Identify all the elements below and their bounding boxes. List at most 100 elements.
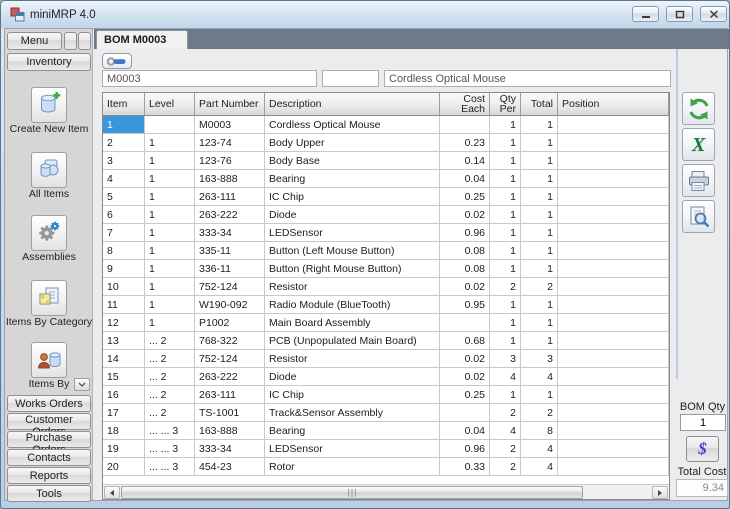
print-button[interactable] [682, 164, 715, 197]
cell[interactable]: Button (Right Mouse Button) [265, 260, 440, 278]
cell[interactable]: 1 [145, 170, 195, 188]
cell[interactable]: 3 [490, 350, 521, 368]
cell[interactable] [558, 206, 669, 224]
cell[interactable]: 0.02 [440, 278, 490, 296]
cell[interactable]: Resistor [265, 278, 440, 296]
cell[interactable]: 14 [103, 350, 145, 368]
cell[interactable]: 1 [490, 188, 521, 206]
calculate-cost-button[interactable]: $ [686, 436, 719, 462]
cell[interactable]: 1 [490, 134, 521, 152]
cell[interactable]: 1 [145, 242, 195, 260]
cell[interactable]: 1 [490, 170, 521, 188]
cell[interactable]: 12 [103, 314, 145, 332]
cell[interactable]: 2 [490, 440, 521, 458]
cell[interactable] [440, 116, 490, 134]
cell[interactable]: 1 [490, 206, 521, 224]
cell[interactable]: 123-76 [195, 152, 265, 170]
cell[interactable]: 1 [521, 116, 558, 134]
cell[interactable] [558, 368, 669, 386]
cell[interactable]: 0.08 [440, 242, 490, 260]
cell[interactable] [558, 170, 669, 188]
cell[interactable] [440, 314, 490, 332]
cell[interactable]: 1 [490, 152, 521, 170]
cell[interactable] [558, 422, 669, 440]
cell[interactable]: 1 [145, 152, 195, 170]
scrollbar-thumb[interactable] [121, 486, 583, 499]
cell[interactable]: Main Board Assembly [265, 314, 440, 332]
cell[interactable]: 3 [521, 350, 558, 368]
cell[interactable]: 8 [521, 422, 558, 440]
cell[interactable]: 2 [103, 134, 145, 152]
column-header-position[interactable]: Position [558, 93, 669, 116]
cell[interactable]: 2 [490, 458, 521, 476]
cell[interactable]: 17 [103, 404, 145, 422]
items-by-category-button[interactable] [31, 280, 67, 316]
cell[interactable]: 0.25 [440, 386, 490, 404]
scroll-right-button[interactable] [652, 486, 668, 499]
inventory-button[interactable]: Inventory [7, 53, 91, 71]
cell[interactable] [558, 386, 669, 404]
all-items-button[interactable] [31, 152, 67, 188]
create-new-item-button[interactable] [31, 87, 67, 123]
cell[interactable]: 4 [521, 458, 558, 476]
cell[interactable]: 0.02 [440, 368, 490, 386]
cell[interactable]: 1 [521, 206, 558, 224]
cell[interactable]: 3 [103, 152, 145, 170]
cell[interactable]: 333-34 [195, 224, 265, 242]
cell[interactable]: 15 [103, 368, 145, 386]
refresh-button[interactable] [682, 92, 715, 125]
cell[interactable]: 2 [490, 278, 521, 296]
cell[interactable]: Rotor [265, 458, 440, 476]
cell[interactable]: 263-111 [195, 188, 265, 206]
cell[interactable]: IC Chip [265, 188, 440, 206]
cell[interactable]: 0.02 [440, 206, 490, 224]
description-field[interactable] [384, 70, 671, 87]
cell[interactable]: 0.08 [440, 260, 490, 278]
cell[interactable] [558, 278, 669, 296]
cell[interactable]: 2 [521, 278, 558, 296]
cell[interactable]: 16 [103, 386, 145, 404]
cell[interactable]: ... 2 [145, 404, 195, 422]
cell[interactable] [558, 350, 669, 368]
cell[interactable]: Cordless Optical Mouse [265, 116, 440, 134]
cell[interactable]: 1 [521, 260, 558, 278]
cell[interactable]: 4 [490, 422, 521, 440]
nav-customer-orders[interactable]: Customer Orders [7, 413, 91, 430]
cell[interactable]: M0003 [195, 116, 265, 134]
cell[interactable]: Diode [265, 368, 440, 386]
cell[interactable]: 263-111 [195, 386, 265, 404]
cell[interactable]: 1 [490, 260, 521, 278]
nav-contacts[interactable]: Contacts [7, 449, 91, 466]
cell[interactable] [558, 242, 669, 260]
column-header-part-number[interactable]: Part Number [195, 93, 265, 116]
cell[interactable] [558, 332, 669, 350]
cell[interactable]: 0.68 [440, 332, 490, 350]
cell[interactable]: 1 [145, 134, 195, 152]
cell[interactable]: 10 [103, 278, 145, 296]
cell[interactable]: 5 [103, 188, 145, 206]
cell[interactable]: Body Base [265, 152, 440, 170]
titlebar[interactable]: miniMRP 4.0 [1, 1, 730, 28]
nav-works-orders[interactable]: Works Orders [7, 395, 91, 412]
cell[interactable]: TS-1001 [195, 404, 265, 422]
column-header-total[interactable]: Total [521, 93, 558, 116]
maximize-button[interactable] [666, 6, 693, 22]
nav-purchase-orders[interactable]: Purchase Orders [7, 431, 91, 448]
cell[interactable]: 1 [490, 296, 521, 314]
cell[interactable]: PCB (Unpopulated Main Board) [265, 332, 440, 350]
cell[interactable]: 19 [103, 440, 145, 458]
sidebar-small-button-1[interactable] [64, 32, 77, 50]
cell[interactable]: 20 [103, 458, 145, 476]
bom-qty-input[interactable] [680, 414, 726, 431]
cell[interactable] [558, 458, 669, 476]
cell[interactable]: LEDSensor [265, 440, 440, 458]
cell[interactable] [440, 404, 490, 422]
cell[interactable] [558, 440, 669, 458]
cell[interactable]: 13 [103, 332, 145, 350]
column-header-level[interactable]: Level [145, 93, 195, 116]
horizontal-scrollbar[interactable] [103, 484, 669, 499]
cell[interactable]: 0.25 [440, 188, 490, 206]
export-excel-button[interactable]: X [682, 128, 715, 161]
items-by-options-button[interactable] [74, 378, 90, 391]
cell[interactable]: Body Upper [265, 134, 440, 152]
